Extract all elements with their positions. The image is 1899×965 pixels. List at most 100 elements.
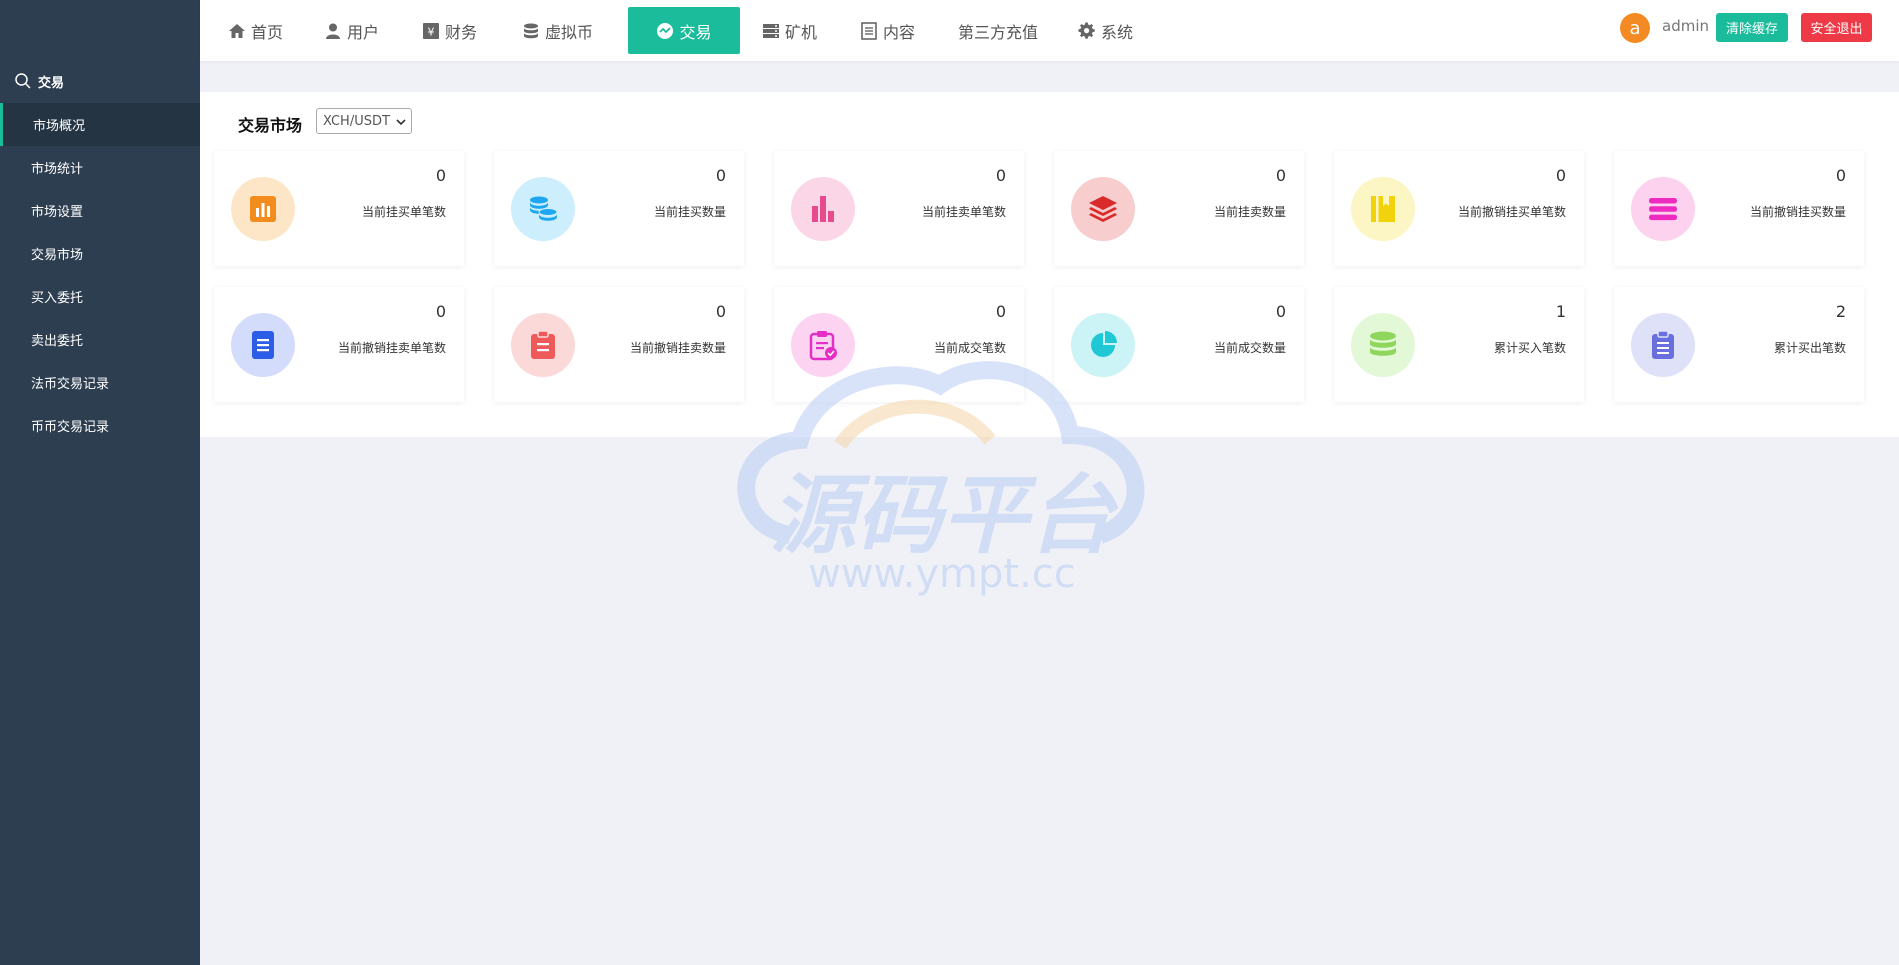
card-value: 0 [1555,166,1566,185]
nav-system[interactable]: 系统 [1078,7,1133,54]
nav-trade[interactable]: 交易 [628,7,740,54]
clipboard-icon [531,330,555,359]
card-label: 当前挂卖单笔数 [921,205,1006,219]
card-label: 当前撤销挂卖单笔数 [337,341,446,355]
nav-label: 用户 [347,22,380,42]
user-icon [326,23,340,39]
stat-card-sell-order-count: 0 当前挂卖单笔数 [774,151,1024,266]
card-icon-circle [791,177,855,241]
stat-card-buy-quantity: 0 当前挂买数量 [494,151,744,266]
card-value: 0 [435,166,446,185]
market-select-value: XCH/USDT [323,113,390,129]
sidebar-item-market-overview[interactable]: 市场概况 [0,103,200,146]
card-value: 1 [1555,302,1566,321]
card-label: 当前挂卖数量 [1213,205,1286,219]
stat-card-cancel-sell-count: 0 当前撤销挂卖单笔数 [214,287,464,402]
card-value: 0 [995,302,1006,321]
sidebar-item-trading-market[interactable]: 交易市场 [0,232,200,275]
bar-chart-icon [250,196,276,222]
sidebar-menu: 市场概况 市场统计 市场设置 交易市场 买入委托 卖出委托 法币交易记录 币币交… [0,103,200,447]
sidebar-item-fiat-records[interactable]: 法币交易记录 [0,361,200,404]
card-value: 0 [1835,166,1846,185]
sidebar-item-market-settings[interactable]: 市场设置 [0,189,200,232]
nav-content[interactable]: 内容 [860,7,915,54]
nav-label: 财务 [445,22,478,42]
sidebar-item-label: 币币交易记录 [31,420,110,435]
sidebar-section-title[interactable]: 交易 [14,70,64,92]
sidebar-section-label: 交易 [38,75,65,91]
card-label: 累计买入笔数 [1493,341,1566,355]
stat-card-cancel-buy-count: 0 当前撤销挂买单笔数 [1334,151,1584,266]
username[interactable]: admin [1662,17,1709,35]
nav-finance[interactable]: ¥ 财务 [422,7,477,54]
card-label: 当前挂买单笔数 [361,205,446,219]
coins-icon [530,196,558,221]
card-value: 0 [1275,166,1286,185]
sidebar-item-label: 市场概况 [33,119,86,134]
nav-home[interactable]: 首页 [228,7,283,54]
stat-card-deal-quantity: 0 当前成交数量 [1054,287,1304,402]
list-icon [1649,198,1677,221]
nav-label: 首页 [251,22,284,42]
sidebar-item-label: 买入委托 [31,291,84,306]
sidebar-item-buy-orders[interactable]: 买入委托 [0,275,200,318]
card-value: 2 [1835,302,1846,321]
card-label: 累计买出笔数 [1773,341,1846,355]
book-icon [1371,196,1395,222]
card-icon-circle [791,313,855,377]
server-icon [763,23,779,38]
sidebar-item-sell-orders[interactable]: 卖出委托 [0,318,200,361]
card-value: 0 [715,166,726,185]
stat-card-total-buy-count: 1 累计买入笔数 [1334,287,1584,402]
database-icon [1370,331,1396,356]
sidebar-item-label: 卖出委托 [31,334,84,349]
card-icon-circle [231,177,295,241]
card-icon-circle [1351,313,1415,377]
stat-card-cancel-buy-quantity: 0 当前撤销挂买数量 [1614,151,1864,266]
nav-label: 虚拟币 [545,22,594,42]
nav-crypto[interactable]: 虚拟币 [522,7,593,54]
sidebar-item-label: 法币交易记录 [31,377,110,392]
card-icon-circle [1631,177,1695,241]
database-icon [524,23,538,38]
market-label: 交易市场 [238,116,303,135]
sidebar-item-label: 市场设置 [31,205,84,220]
clear-cache-button[interactable]: 清除缓存 [1716,13,1788,42]
sidebar-item-coin-records[interactable]: 币币交易记录 [0,404,200,447]
sidebar: 交易 市场概况 市场统计 市场设置 交易市场 买入委托 卖出委托 法币交易记录 … [0,0,200,965]
logout-button[interactable]: 安全退出 [1801,13,1872,42]
layers-icon [1089,196,1117,222]
nav-label: 内容 [883,22,916,42]
card-value: 0 [435,302,446,321]
nav-label: 交易 [679,22,712,42]
gear-icon [1078,21,1095,39]
nav-miner[interactable]: 矿机 [762,7,817,54]
clipboard-check-icon [809,331,837,361]
exchange-icon [657,22,674,39]
avatar-letter: a [1629,17,1641,39]
card-label: 当前成交数量 [1213,341,1286,355]
svg-text:www.ympt.cc: www.ympt.cc [808,551,1076,597]
stat-card-total-sell-count: 2 累计买出笔数 [1614,287,1864,402]
nav-third-party-recharge[interactable]: 第三方充值 [958,7,1038,54]
stat-card-sell-quantity: 0 当前挂卖数量 [1054,151,1304,266]
sidebar-item-market-stats[interactable]: 市场统计 [0,146,200,189]
market-select[interactable]: XCH/USDT [316,108,412,134]
avatar[interactable]: a [1620,13,1650,43]
chevron-down-icon [396,119,406,126]
card-icon-circle [231,313,295,377]
nav-label: 第三方充值 [958,22,1039,42]
clipboard-list-icon [1652,330,1674,359]
card-icon-circle [1631,313,1695,377]
card-icon-circle [511,177,575,241]
card-icon-circle [1071,313,1135,377]
card-label: 当前撤销挂卖数量 [629,341,726,355]
card-label: 当前撤销挂买单笔数 [1457,205,1566,219]
card-value: 0 [715,302,726,321]
home-icon [229,23,245,38]
document-icon [861,21,877,40]
stat-card-deal-count: 0 当前成交笔数 [774,287,1024,402]
finance-icon: ¥ [423,22,439,39]
market-overview-panel: 交易市场 XCH/USDT 0 当前挂买单笔数 0 当前挂买数量 0 当前挂卖单… [200,92,1899,437]
nav-user[interactable]: 用户 [324,7,379,54]
